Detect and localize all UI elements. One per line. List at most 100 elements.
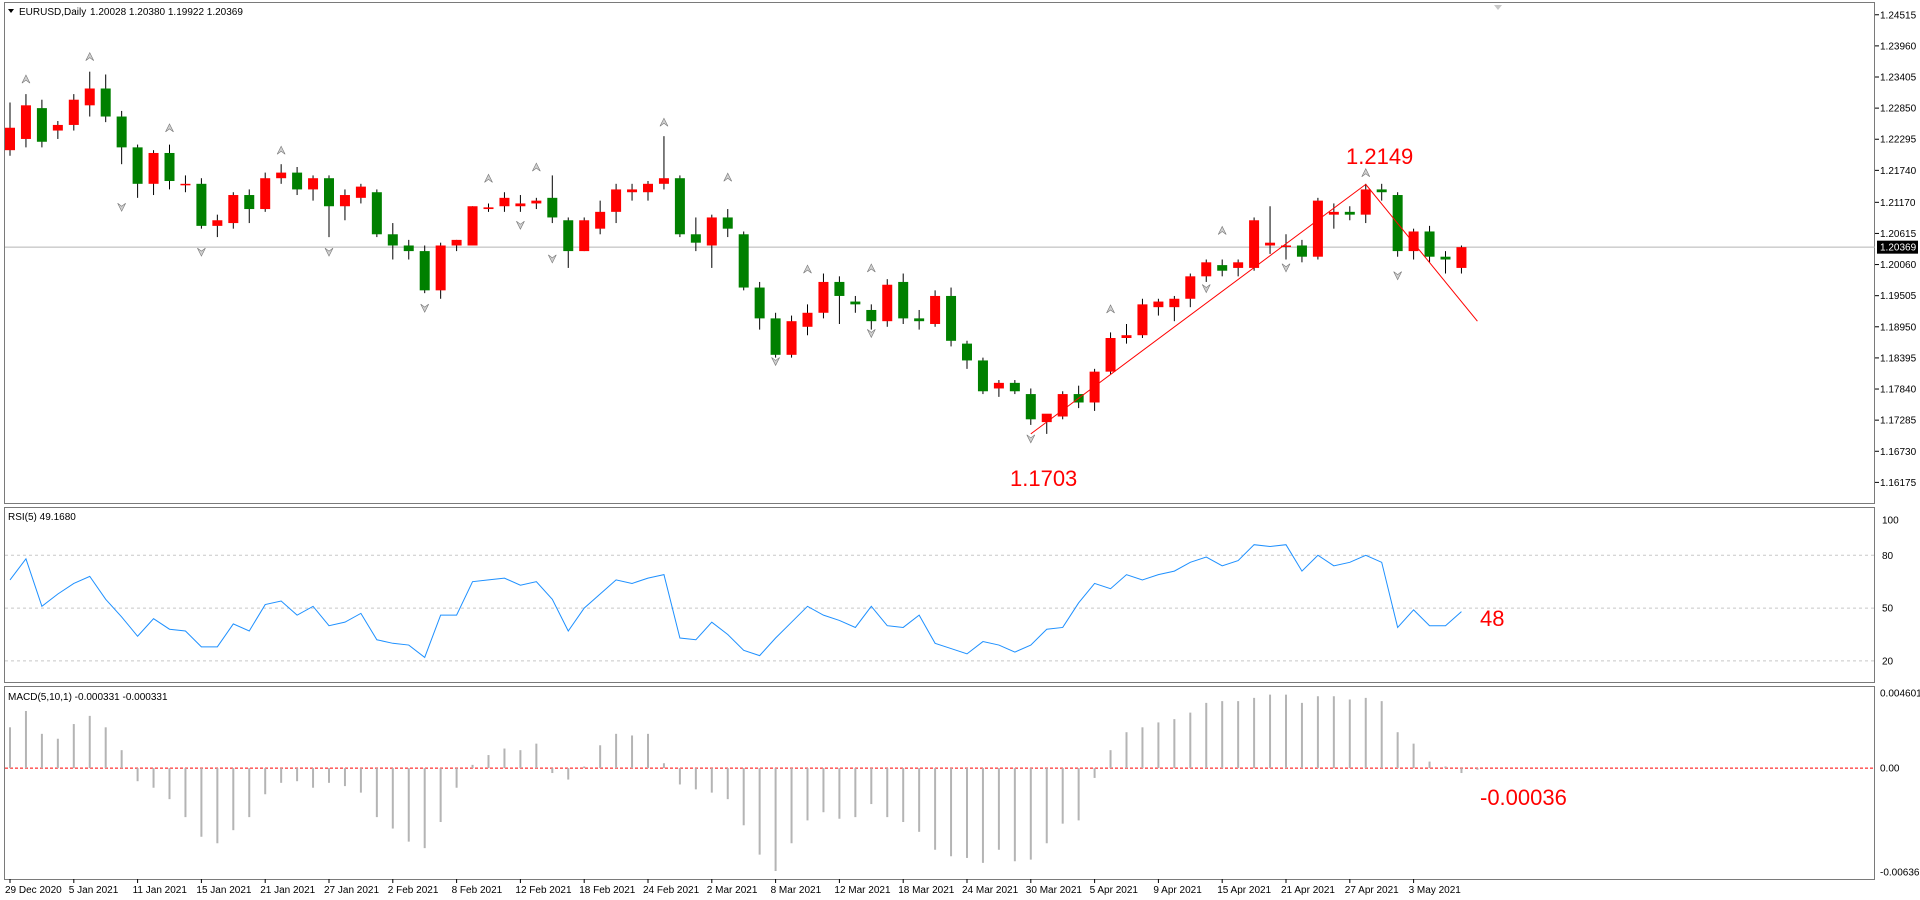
mt4-chart-window[interactable]: 1.24515 1.23960 1.23405 1.22850 1.22295 1.217…: [0, 0, 1920, 900]
candle-body: [1312, 200, 1323, 257]
macd-value-annotation: -0.00036: [1480, 785, 1567, 810]
candle-body: [180, 183, 191, 186]
time-axis-label: 18 Mar 2021: [898, 885, 955, 896]
candle-body: [371, 192, 382, 235]
price-axis-label: 1.18950: [1880, 322, 1917, 333]
candle-body: [244, 195, 255, 210]
candle-body: [1440, 256, 1451, 260]
time-axis-label: 12 Mar 2021: [834, 885, 891, 896]
time-axis-label: 15 Apr 2021: [1217, 885, 1271, 896]
rsi-axis-label: 80: [1882, 551, 1894, 562]
candle-body: [164, 152, 175, 182]
low-annotation: 1.1703: [1010, 466, 1077, 491]
time-axis-label: 21 Apr 2021: [1281, 885, 1335, 896]
candle-body: [1041, 413, 1052, 423]
current-price-tag-label: 1.20369: [1880, 243, 1917, 254]
candle-body: [1360, 189, 1371, 215]
candle-body: [595, 211, 606, 229]
candle-body: [68, 99, 79, 125]
price-axis-label: 1.19505: [1880, 291, 1917, 302]
time-axis-label: 2 Mar 2021: [707, 885, 758, 896]
candle-body: [116, 116, 127, 148]
price-axis-label: 1.23960: [1880, 41, 1917, 52]
candle-body: [355, 186, 366, 198]
candle-body: [690, 234, 701, 243]
candle-body: [1265, 242, 1276, 246]
candle-body: [5, 127, 15, 151]
candle-body: [866, 309, 877, 322]
candle-body: [1201, 262, 1212, 277]
time-axis-label: 24 Feb 2021: [643, 885, 700, 896]
time-axis-label: 30 Mar 2021: [1026, 885, 1083, 896]
candle-body: [451, 239, 462, 246]
price-axis-label: 1.24515: [1880, 10, 1917, 21]
candle-body: [563, 220, 574, 252]
candle-body: [1169, 298, 1180, 308]
candle-body: [674, 178, 685, 235]
candle-body: [770, 318, 781, 355]
candle-body: [1408, 231, 1419, 252]
candle-body: [962, 343, 972, 361]
time-axis-label: 5 Apr 2021: [1090, 885, 1139, 896]
price-axis-label: 1.17285: [1880, 416, 1917, 427]
price-axis-label: 1.20615: [1880, 229, 1917, 240]
candle-body: [993, 382, 1004, 389]
candle-body: [1456, 247, 1467, 268]
time-axis-label: 15 Jan 2021: [196, 885, 251, 896]
candle-body: [706, 217, 717, 246]
time-axis-label: 27 Jan 2021: [324, 885, 379, 896]
candle-body: [914, 318, 925, 322]
price-axis-label: 1.16175: [1880, 478, 1917, 489]
candle-body: [308, 178, 319, 190]
candle-body: [818, 281, 829, 313]
macd-axis-label: 0.004601: [1880, 689, 1920, 700]
candle-body: [834, 281, 845, 296]
rsi-axis-label: 100: [1882, 516, 1899, 527]
candle-body: [977, 360, 988, 392]
price-axis-label: 1.23405: [1880, 73, 1917, 84]
candle-body: [20, 105, 31, 139]
macd-axis-label: 0.00: [1880, 764, 1900, 775]
candle-body: [1137, 304, 1148, 336]
current-price-tag: 1.20369: [1877, 240, 1918, 254]
candle-body: [339, 195, 350, 207]
candle-body: [324, 178, 334, 207]
candle-body: [100, 88, 111, 117]
candle-body: [802, 312, 813, 327]
candle-body: [547, 197, 558, 218]
candle-body: [132, 147, 143, 184]
time-axis-label: 5 Jan 2021: [69, 885, 119, 896]
symbol-label: EURUSD,Daily: [19, 7, 86, 18]
rsi-axis-label: 20: [1882, 656, 1894, 667]
candle-body: [1233, 262, 1244, 268]
candle-body: [786, 321, 797, 355]
candle-body: [722, 217, 733, 229]
candle-body: [148, 152, 159, 184]
candle-body: [419, 251, 430, 291]
time-axis-label: 12 Feb 2021: [515, 885, 572, 896]
rsi-value-annotation: 48: [1480, 606, 1504, 631]
price-axis-label: 1.20060: [1880, 260, 1917, 271]
candle-body: [483, 207, 494, 210]
macd-axis-label: -0.006361: [1880, 868, 1920, 879]
candle-body: [499, 197, 510, 207]
time-axis-label: 21 Jan 2021: [260, 885, 315, 896]
candle-body: [276, 172, 287, 179]
time-axis-label: 27 Apr 2021: [1345, 885, 1399, 896]
candle-body: [1296, 245, 1307, 257]
candle-body: [1217, 265, 1228, 271]
time-axis-label: 29 Dec 2020: [5, 885, 62, 896]
candle-body: [212, 220, 223, 226]
candle-body: [435, 245, 446, 291]
time-axis-label: 24 Mar 2021: [962, 885, 1019, 896]
price-axis-label: 1.17840: [1880, 385, 1917, 396]
candle-body: [627, 189, 638, 193]
candle-body: [882, 284, 893, 322]
candle-body: [228, 195, 239, 224]
candle-body: [658, 178, 669, 184]
candle-body: [84, 88, 95, 106]
candle-body: [1376, 189, 1387, 193]
time-axis-label: 3 May 2021: [1409, 885, 1462, 896]
time-axis-label: 8 Mar 2021: [771, 885, 822, 896]
price-axis-label: 1.22295: [1880, 135, 1917, 146]
